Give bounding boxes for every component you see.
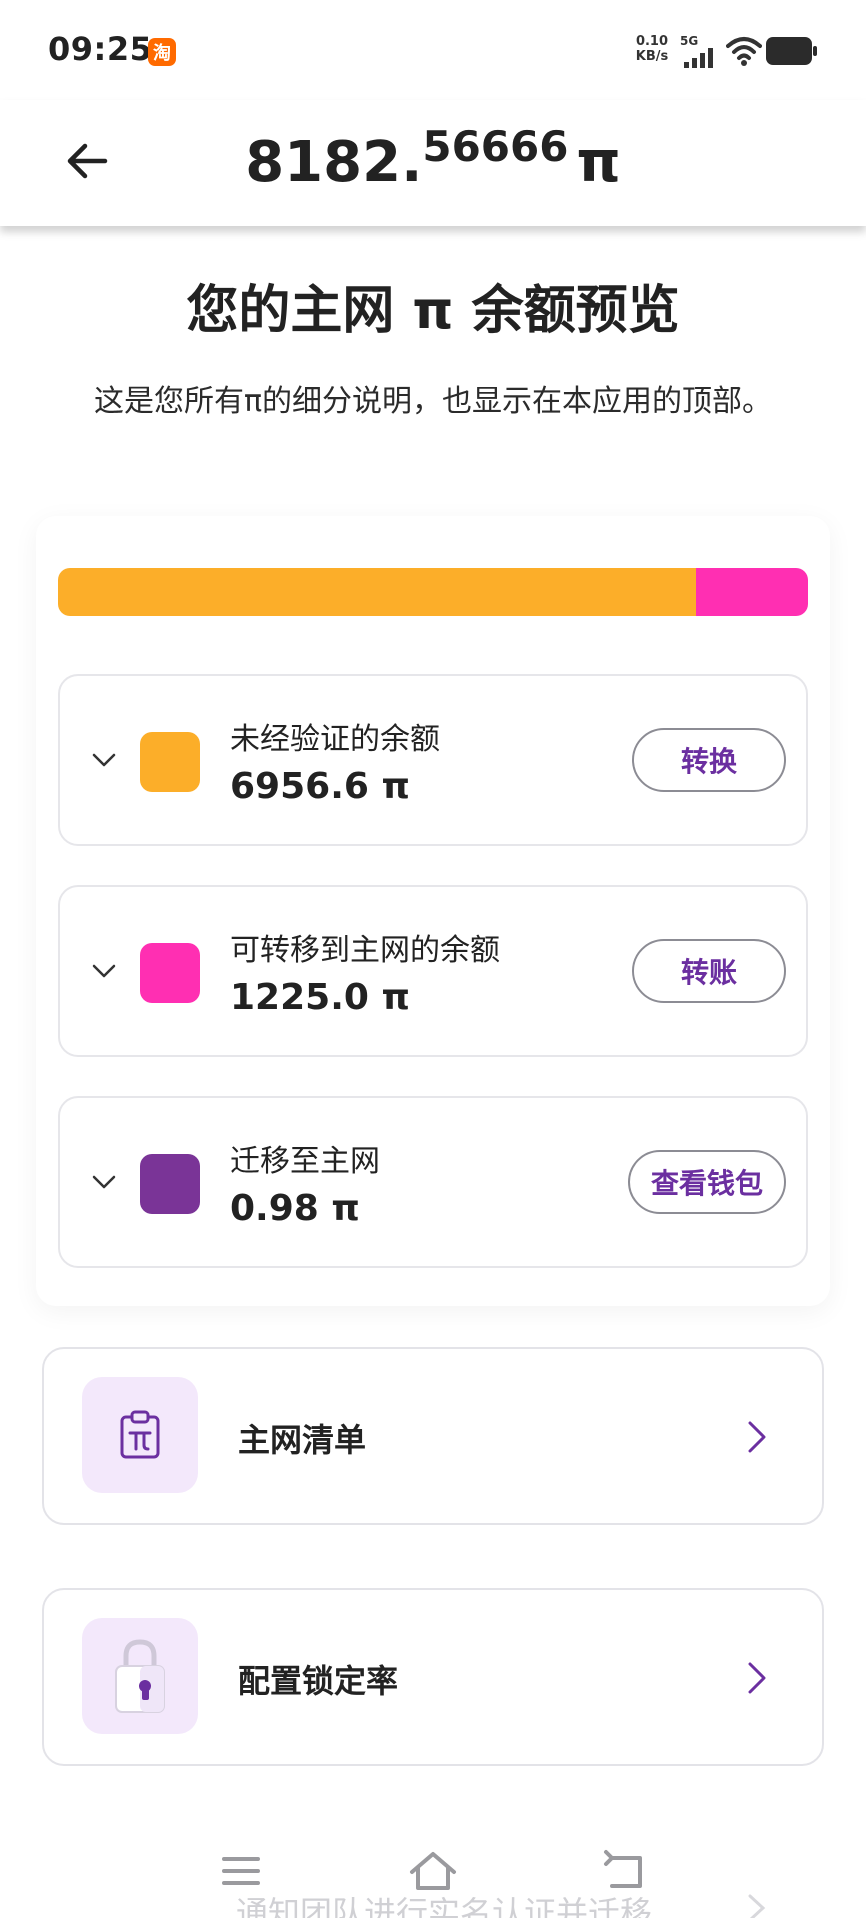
balance-value: 1225.0 π [230, 977, 410, 1018]
balance-unit: π [576, 130, 621, 195]
color-swatch [140, 943, 200, 1003]
status-time: 09:25 [48, 30, 153, 68]
progress-segment-transferable [695, 568, 808, 616]
network-speed-unit: KB/s [635, 49, 669, 64]
lockup-config-card[interactable]: 配置锁定率 [42, 1588, 824, 1766]
chevron-right-icon [748, 1421, 766, 1453]
color-swatch [140, 732, 200, 792]
system-nav-bar [0, 1822, 866, 1918]
icon-container [82, 1618, 198, 1734]
chevron-right-icon [748, 1662, 766, 1694]
progress-segment-unverified [58, 568, 696, 616]
balance-row-transferable: 可转移到主网的余额 1225.0 π 转账 [58, 885, 808, 1057]
mainnet-checklist-card[interactable]: 主网清单 [42, 1347, 824, 1525]
balance-row-migrated: 迁移至主网 0.98 π 查看钱包 [58, 1096, 808, 1268]
convert-button[interactable]: 转换 [632, 728, 786, 792]
signal-icon [684, 48, 713, 68]
clipboard-pi-icon [120, 1410, 160, 1459]
wifi-icon [726, 37, 762, 66]
network-speed-value: 0.10 [635, 34, 669, 49]
balance-label: 可转移到主网的余额 [230, 933, 500, 968]
balance-decimal: 56666 [422, 122, 569, 171]
chevron-down-icon[interactable] [90, 746, 118, 774]
view-wallet-button[interactable]: 查看钱包 [628, 1150, 786, 1214]
network-type: 5G [680, 34, 699, 48]
back-nav-icon[interactable] [598, 1844, 652, 1898]
menu-icon[interactable] [214, 1844, 268, 1898]
link-label: 主网清单 [238, 1421, 367, 1459]
color-swatch [140, 1154, 200, 1214]
balance-row-unverified: 未经验证的余额 6956.6 π 转换 [58, 674, 808, 846]
balance-integer: 8182. [245, 130, 423, 195]
page-title: 您的主网 π 余额预览 [186, 281, 680, 341]
chevron-down-icon[interactable] [90, 1168, 118, 1196]
balance-value: 6956.6 π [230, 766, 410, 807]
page-description: 这是您所有π的细分说明，也显示在本应用的顶部。 [93, 384, 773, 419]
chevron-down-icon[interactable] [90, 957, 118, 985]
icon-container [82, 1377, 198, 1493]
taobao-notification-icon: 淘 [148, 38, 176, 66]
balance-label: 迁移至主网 [230, 1144, 380, 1179]
transfer-button[interactable]: 转账 [632, 939, 786, 1003]
home-icon[interactable] [406, 1844, 460, 1898]
balance-value: 0.98 π [230, 1188, 360, 1229]
link-label: 配置锁定率 [238, 1662, 399, 1700]
balance-label: 未经验证的余额 [230, 722, 440, 757]
total-balance: 8182.56666 π [0, 122, 866, 195]
battery-icon [766, 37, 817, 65]
balance-progress-bar [58, 568, 808, 616]
network-speed: 0.10 KB/s [632, 34, 672, 64]
status-bar: 09:25 淘 0.10 KB/s 5G [0, 0, 866, 100]
app-header: 8182.56666 π [0, 100, 866, 226]
padlock-icon [115, 1639, 165, 1713]
